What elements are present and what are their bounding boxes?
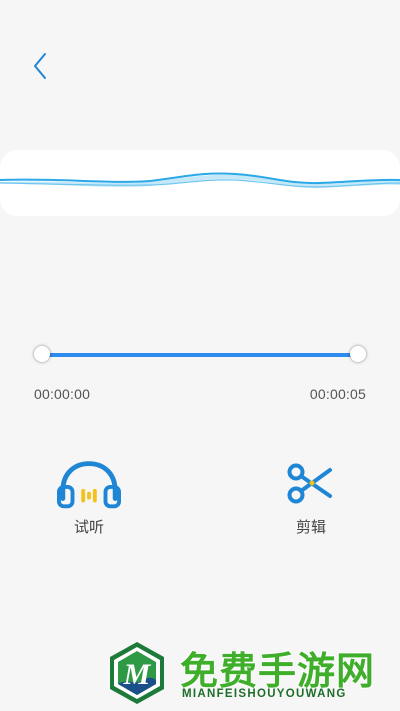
scissors-icon	[279, 458, 343, 510]
back-button[interactable]	[20, 46, 60, 86]
watermark-title: 免费手游网	[180, 651, 376, 693]
headphones-icon	[57, 458, 121, 510]
listen-button[interactable]: 试听	[49, 458, 129, 537]
trim-slider[interactable]	[34, 340, 366, 370]
end-time-label: 00:00:05	[309, 386, 366, 402]
svg-text:M: M	[123, 658, 152, 691]
chevron-left-icon	[34, 53, 46, 79]
waveform	[0, 172, 400, 189]
watermark: M 免费手游网 MIANFEISHOUYOUWANG	[104, 638, 394, 708]
listen-label: 试听	[73, 519, 104, 536]
trim-start-handle[interactable]	[34, 346, 50, 362]
start-time-label: 00:00:00	[34, 386, 91, 402]
cut-button[interactable]: 剪辑	[271, 458, 351, 537]
watermark-logo-icon: M	[110, 642, 164, 704]
slider-selected-range	[42, 353, 358, 357]
watermark-subtitle: MIANFEISHOUYOUWANG	[182, 688, 347, 700]
cut-label: 剪辑	[295, 519, 326, 536]
trim-end-handle[interactable]	[350, 346, 366, 362]
waveform-panel	[0, 150, 400, 216]
